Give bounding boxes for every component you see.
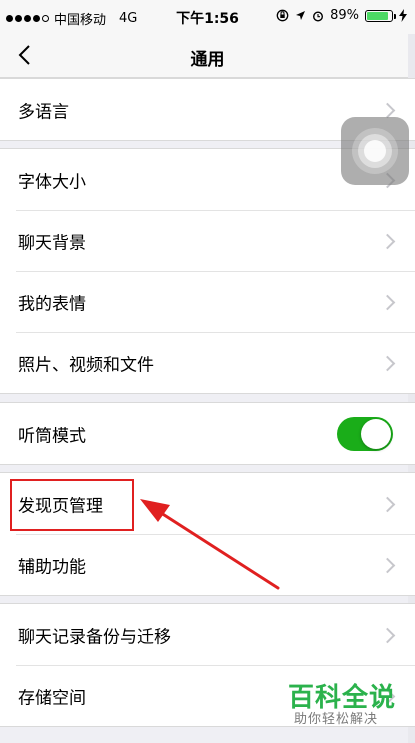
watermark-subtitle: 助你轻松解决	[294, 712, 379, 727]
annotation-arrow	[140, 499, 280, 590]
watermark-title: 百科全说	[288, 683, 397, 713]
watermark: 百科全说 助你轻松解决	[288, 684, 410, 728]
